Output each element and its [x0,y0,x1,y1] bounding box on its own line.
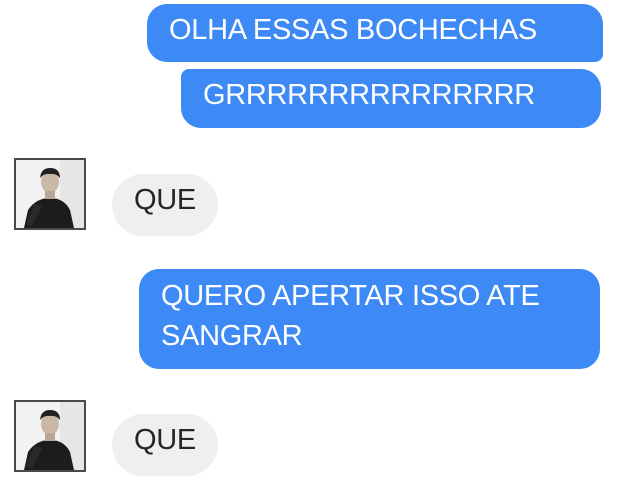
incoming-message-bubble[interactable]: QUE [112,414,218,476]
outgoing-message-bubble[interactable]: GRRRRRRRRRRRRRRR [181,69,601,128]
contact-avatar[interactable] [14,158,86,230]
chat-thread: OLHA ESSAS BOCHECHAS GRRRRRRRRRRRRRRR QU… [0,0,625,488]
person-photo-icon [16,402,84,470]
outgoing-message-bubble[interactable]: QUERO APERTAR ISSO ATE SANGRAR [139,269,600,369]
contact-avatar[interactable] [14,400,86,472]
outgoing-message-bubble[interactable]: OLHA ESSAS BOCHECHAS [147,4,603,62]
person-photo-icon [16,160,84,228]
incoming-message-bubble[interactable]: QUE [112,174,218,236]
